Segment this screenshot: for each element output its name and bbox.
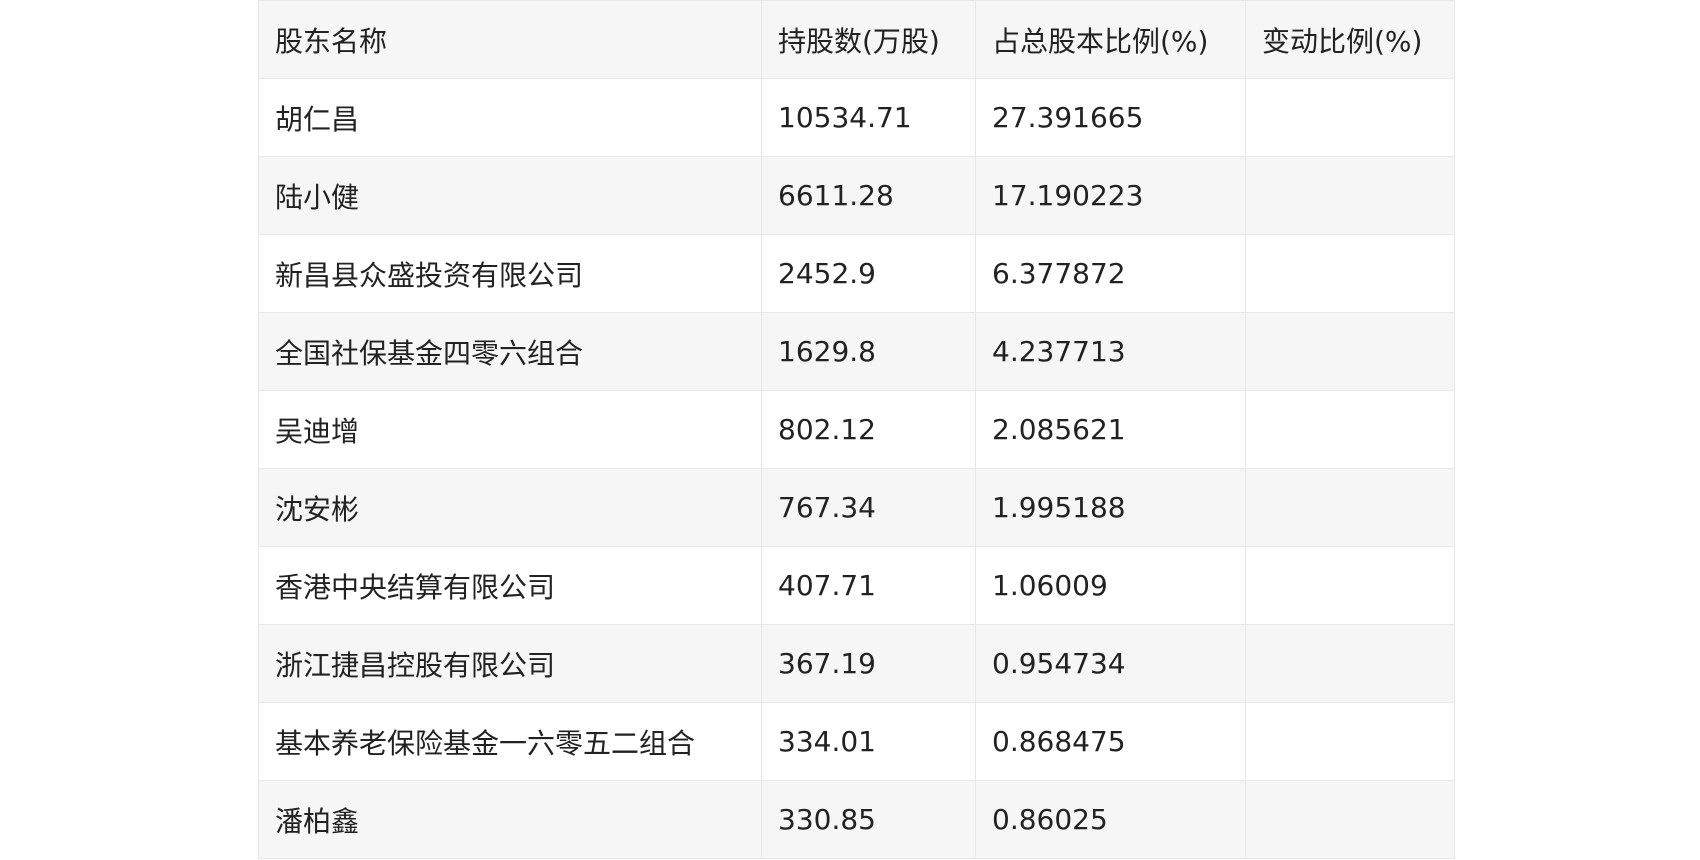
cell-share-ratio: 6.377872 [975,234,1246,313]
cell-shares-held: 6611.28 [761,156,976,235]
cell-share-ratio: 4.237713 [975,312,1246,391]
cell-change-ratio [1245,702,1455,781]
cell-change-ratio [1245,234,1455,313]
header-change-ratio: 变动比例(%) [1245,0,1455,79]
cell-change-ratio [1245,624,1455,703]
cell-shares-held: 10534.71 [761,78,976,157]
cell-change-ratio [1245,156,1455,235]
table-row: 香港中央结算有限公司 407.71 1.06009 [258,546,1455,625]
table-row: 吴迪增 802.12 2.085621 [258,390,1455,469]
cell-share-ratio: 0.86025 [975,780,1246,859]
cell-change-ratio [1245,546,1455,625]
cell-shareholder-name: 潘柏鑫 [258,780,762,859]
cell-shareholder-name: 新昌县众盛投资有限公司 [258,234,762,313]
table-row: 浙江捷昌控股有限公司 367.19 0.954734 [258,624,1455,703]
table-row: 陆小健 6611.28 17.190223 [258,156,1455,235]
table-row: 基本养老保险基金一六零五二组合 334.01 0.868475 [258,702,1455,781]
table-row: 全国社保基金四零六组合 1629.8 4.237713 [258,312,1455,391]
cell-shares-held: 330.85 [761,780,976,859]
table-row: 新昌县众盛投资有限公司 2452.9 6.377872 [258,234,1455,313]
cell-shares-held: 2452.9 [761,234,976,313]
table-row: 胡仁昌 10534.71 27.391665 [258,78,1455,157]
cell-shares-held: 767.34 [761,468,976,547]
cell-shares-held: 367.19 [761,624,976,703]
cell-share-ratio: 27.391665 [975,78,1246,157]
shareholder-table: 股东名称 持股数(万股) 占总股本比例(%) 变动比例(%) 胡仁昌 10534… [258,0,1455,859]
header-shares-held: 持股数(万股) [761,0,976,79]
cell-share-ratio: 1.06009 [975,546,1246,625]
cell-shareholder-name: 基本养老保险基金一六零五二组合 [258,702,762,781]
cell-share-ratio: 0.954734 [975,624,1246,703]
shareholder-table-container: 股东名称 持股数(万股) 占总股本比例(%) 变动比例(%) 胡仁昌 10534… [258,0,1455,859]
cell-shareholder-name: 全国社保基金四零六组合 [258,312,762,391]
cell-shares-held: 407.71 [761,546,976,625]
table-row: 沈安彬 767.34 1.995188 [258,468,1455,547]
cell-shareholder-name: 沈安彬 [258,468,762,547]
table-row: 潘柏鑫 330.85 0.86025 [258,780,1455,859]
cell-share-ratio: 0.868475 [975,702,1246,781]
cell-shareholder-name: 吴迪增 [258,390,762,469]
cell-change-ratio [1245,312,1455,391]
cell-shares-held: 1629.8 [761,312,976,391]
cell-change-ratio [1245,390,1455,469]
table-header-row: 股东名称 持股数(万股) 占总股本比例(%) 变动比例(%) [258,0,1455,79]
cell-change-ratio [1245,78,1455,157]
header-shareholder-name: 股东名称 [258,0,762,79]
header-share-ratio: 占总股本比例(%) [975,0,1246,79]
cell-share-ratio: 17.190223 [975,156,1246,235]
cell-shares-held: 802.12 [761,390,976,469]
cell-change-ratio [1245,468,1455,547]
cell-shares-held: 334.01 [761,702,976,781]
cell-share-ratio: 2.085621 [975,390,1246,469]
cell-shareholder-name: 浙江捷昌控股有限公司 [258,624,762,703]
cell-shareholder-name: 胡仁昌 [258,78,762,157]
cell-share-ratio: 1.995188 [975,468,1246,547]
cell-shareholder-name: 香港中央结算有限公司 [258,546,762,625]
cell-change-ratio [1245,780,1455,859]
cell-shareholder-name: 陆小健 [258,156,762,235]
